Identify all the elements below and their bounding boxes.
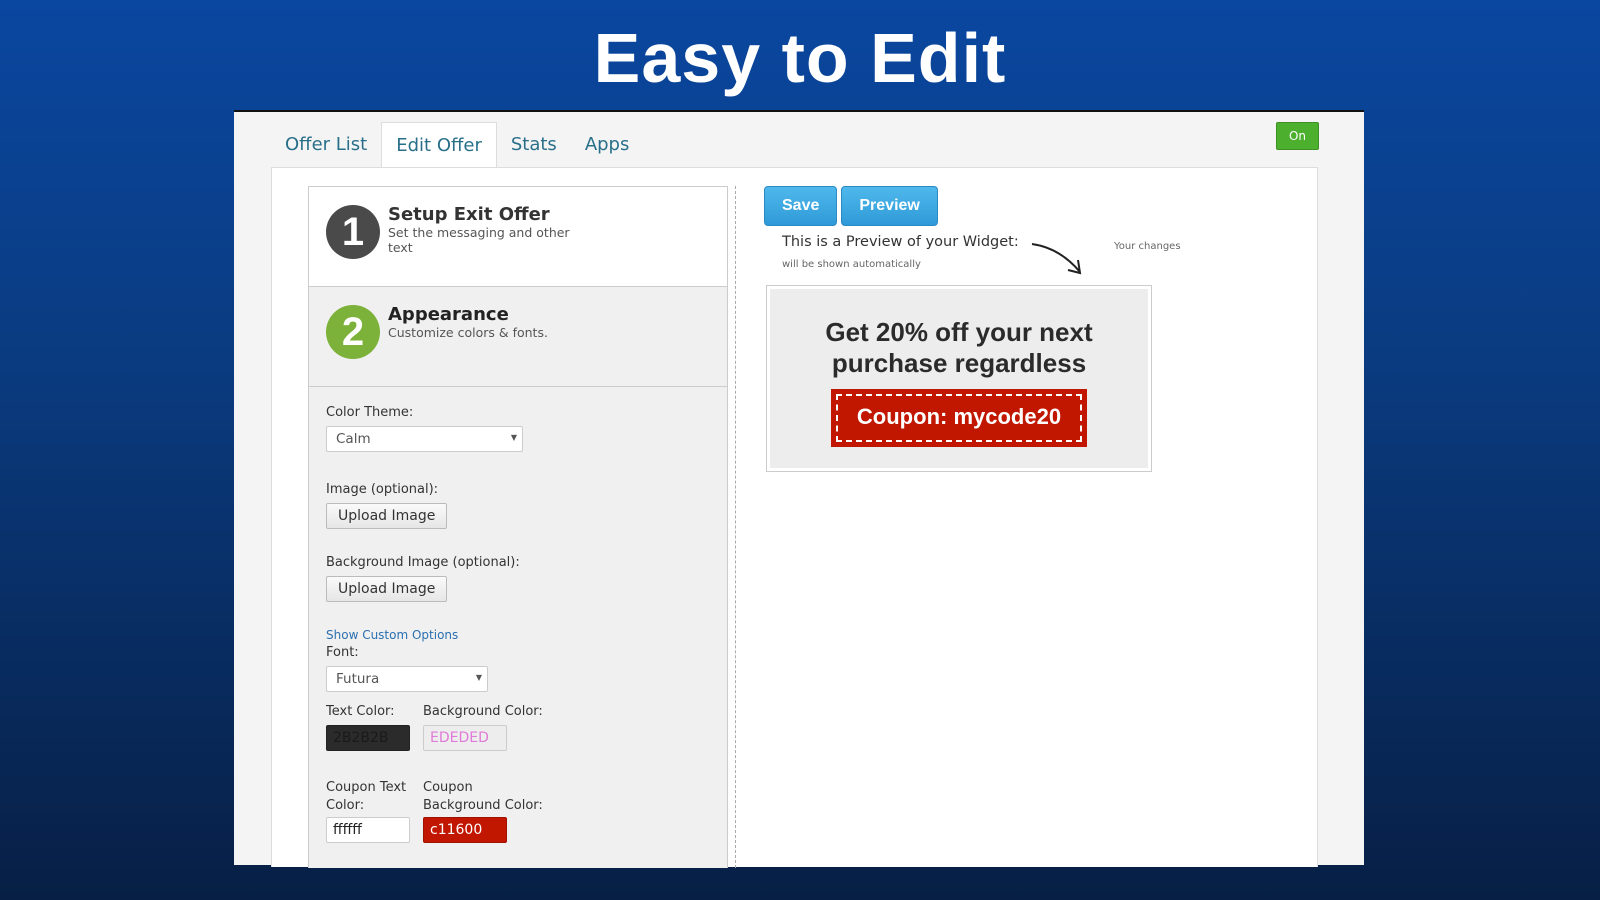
step-setup[interactable]: 1 Setup Exit Offer Set the messaging and…	[309, 187, 727, 287]
selected-value: Calm	[336, 431, 371, 447]
widget-preview: Get 20% off your next purchase regardles…	[767, 286, 1151, 471]
color-theme-label: Color Theme:	[326, 405, 414, 420]
bg-image-label: Background Image (optional):	[326, 555, 520, 570]
save-button[interactable]: Save	[764, 186, 838, 226]
preview-label: This is a Preview of your Widget:	[782, 234, 1019, 250]
coupon-bg-color-label: Coupon Background Color:	[423, 780, 543, 813]
tab-stats[interactable]: Stats	[497, 122, 571, 168]
tab-bar: Offer List Edit Offer Stats Apps	[271, 122, 643, 168]
appearance-form: Color Theme: Calm ▼ Image (optional): Upl…	[309, 387, 727, 861]
bg-color-input[interactable]: EDEDED	[423, 725, 507, 751]
text-color-input[interactable]: 2B2B2B	[326, 725, 410, 751]
upload-image-button[interactable]: Upload Image	[326, 503, 448, 529]
widget-headline: Get 20% off your next purchase regardles…	[825, 317, 1093, 378]
step-desc: Set the messaging and other text	[388, 225, 570, 255]
preview-sub: will be shown automatically	[782, 259, 921, 270]
coupon-box: Coupon: mycode20	[831, 389, 1087, 447]
preview-note: Your changes	[1114, 241, 1181, 252]
bg-color-label: Background Color:	[423, 704, 543, 719]
settings-column: 1 Setup Exit Offer Set the messaging and…	[308, 186, 728, 868]
on-toggle[interactable]: On	[1275, 122, 1319, 150]
coupon-bg-color-input[interactable]: c11600	[423, 817, 507, 843]
font-select[interactable]: Futura ▼	[326, 666, 488, 692]
app-window: Offer List Edit Offer Stats Apps On 1 Se…	[234, 110, 1364, 868]
image-label: Image (optional):	[326, 482, 439, 497]
step-title: Appearance	[388, 304, 509, 325]
column-divider	[735, 186, 736, 868]
coupon-text-color-label: Coupon Text Color:	[326, 780, 407, 813]
page-heading: Easy to Edit	[593, 19, 1007, 97]
step-desc: Customize colors & fonts.	[388, 325, 548, 340]
coupon-text-color-input[interactable]: ffffff	[326, 817, 410, 843]
step-appearance[interactable]: 2 Appearance Customize colors & fonts.	[309, 287, 727, 387]
arrow-icon	[1031, 243, 1082, 275]
selected-value: Futura	[336, 671, 380, 687]
color-theme-select[interactable]: Calm ▼	[326, 426, 523, 452]
coupon-code: Coupon: mycode20	[836, 394, 1082, 442]
tab-edit-offer[interactable]: Edit Offer	[381, 122, 497, 168]
dropdown-arrow-icon: ▼	[475, 673, 482, 682]
step-title: Setup Exit Offer	[388, 204, 550, 225]
tab-offer-list[interactable]: Offer List	[271, 122, 381, 168]
step-number: 1	[326, 205, 380, 259]
tab-apps[interactable]: Apps	[571, 122, 644, 168]
show-custom-options-link[interactable]: Show Custom Options	[326, 628, 710, 642]
step-number: 2	[326, 305, 380, 359]
preview-button[interactable]: Preview	[841, 186, 938, 226]
editor-panel: 1 Setup Exit Offer Set the messaging and…	[271, 167, 1318, 868]
text-color-label: Text Color:	[326, 704, 395, 719]
upload-bg-image-button[interactable]: Upload Image	[326, 576, 448, 602]
font-label: Font:	[326, 645, 359, 660]
dropdown-arrow-icon: ▼	[510, 433, 517, 442]
